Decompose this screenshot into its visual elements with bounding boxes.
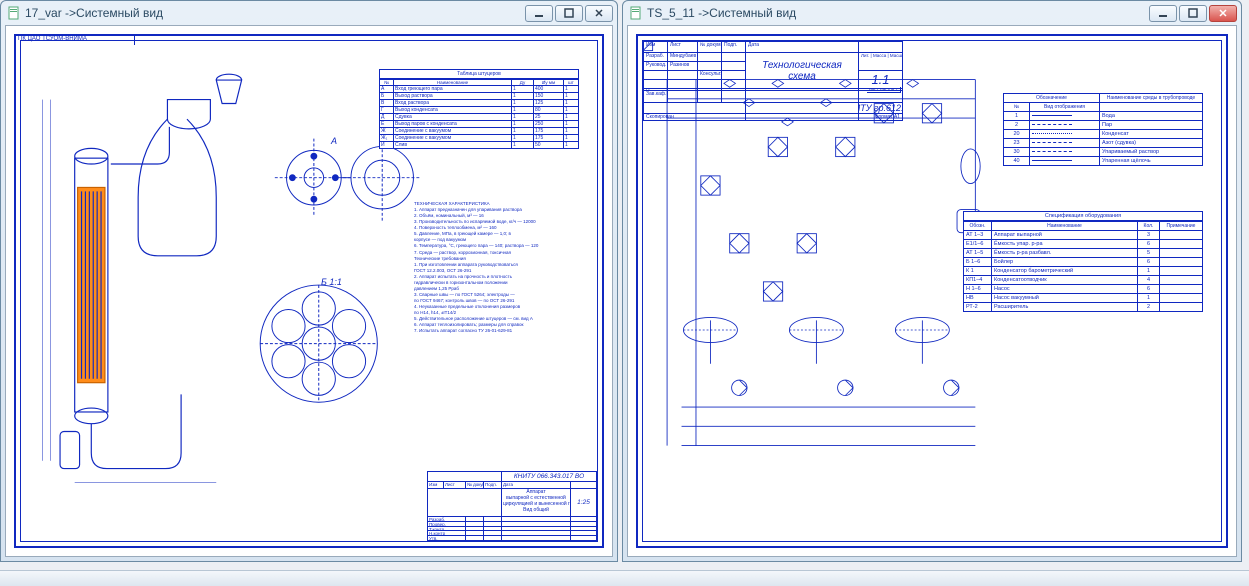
maximize-button[interactable] [1179,5,1207,22]
title-block: КНИТУ 066.343.017 ВОИзмЛист№ докум.Подп.… [427,471,597,541]
titlebar[interactable]: TS_5_11 ->Системный вид [623,1,1241,25]
maximize-button[interactable] [555,5,583,22]
table-row: 23Азот (сдувка) [1004,138,1202,147]
table-row: АТ 1–3Аппарат выпарной3 [964,230,1202,239]
table-row: 40Упаренная щёлочь [1004,156,1202,165]
view-label-B: Б 1:1 [321,277,342,287]
line-legend-table: ОбозначениеНаименование среды в трубопро… [1003,93,1203,166]
minimize-button[interactable] [1149,5,1177,22]
view-label-A: А [331,136,337,146]
title-block: ИзмЛист№ докум.Подп.ДатаРазраб.Миндубаев… [643,41,903,121]
table-row: 30Упариваемый раствор [1004,147,1202,156]
drawing-canvas[interactable]: ПК ЦАО ТСУОМ-ВНИМА [5,25,613,557]
close-button[interactable] [585,5,613,22]
drawing-canvas[interactable]: ОбозначениеНаименование среды в трубопро… [627,25,1237,557]
equipment-table: Спецификация оборудования Обозн.Наименов… [963,211,1203,312]
table-row: ИСлив1501 [380,141,578,148]
table-row: К 1Конденсатор барометрический1 [964,266,1202,275]
table-row: ГВыход конденсата1801 [380,106,578,113]
table-row: БВыход раствора11501 [380,92,578,99]
mdi-window-17var: 17_var ->Системный вид ПК ЦАО ТСУОМ-ВНИМ… [0,0,618,562]
table-row: РТ-2Расширитель2 [964,302,1202,311]
table-row: Ж₁Соединение с вакуумом11751 [380,134,578,141]
tech-requirements: ТЕХНИЧЕСКАЯ ХАРАКТЕРИСТИКА 1. Аппарат пр… [414,201,579,334]
table-row: АТ 1–5Ёмкость р-ра разбавл.5 [964,248,1202,257]
titlebar[interactable]: 17_var ->Системный вид [1,1,617,25]
table-row: КП1–4Конденсатоотводчик4 [964,275,1202,284]
window-title: 17_var ->Системный вид [25,6,525,20]
table-row: ЕВыход паров с конденсата12501 [380,120,578,127]
table-row: НВНасос вакуумный1 [964,293,1202,302]
horizontal-scrollbar[interactable] [0,570,1249,586]
table-row: ДСдувка1251 [380,113,578,120]
mdi-window-ts511: TS_5_11 ->Системный вид [622,0,1242,562]
table-row: 20Конденсат [1004,129,1202,138]
close-button[interactable] [1209,5,1237,22]
table-row: 1Вода [1004,111,1202,120]
minimize-button[interactable] [525,5,553,22]
document-icon [629,6,643,20]
table-row: Е1/1–6Ёмкость упар. р-ра6 [964,239,1202,248]
nozzle-table: Таблица штуцеров №НаименованиеДуØу ммштА… [379,69,579,149]
table-row: ЖСоединение с вакуумом11751 [380,127,578,134]
table-row: Б 1–6Бойлер6 [964,257,1202,266]
table-row: АВход греющего пара14001 [380,85,578,92]
document-icon [7,6,21,20]
window-title: TS_5_11 ->Системный вид [647,6,1149,20]
table-row: ВВход раствора11251 [380,99,578,106]
table-row: 2Пар [1004,120,1202,129]
table-row: Н 1–6Насос6 [964,284,1202,293]
